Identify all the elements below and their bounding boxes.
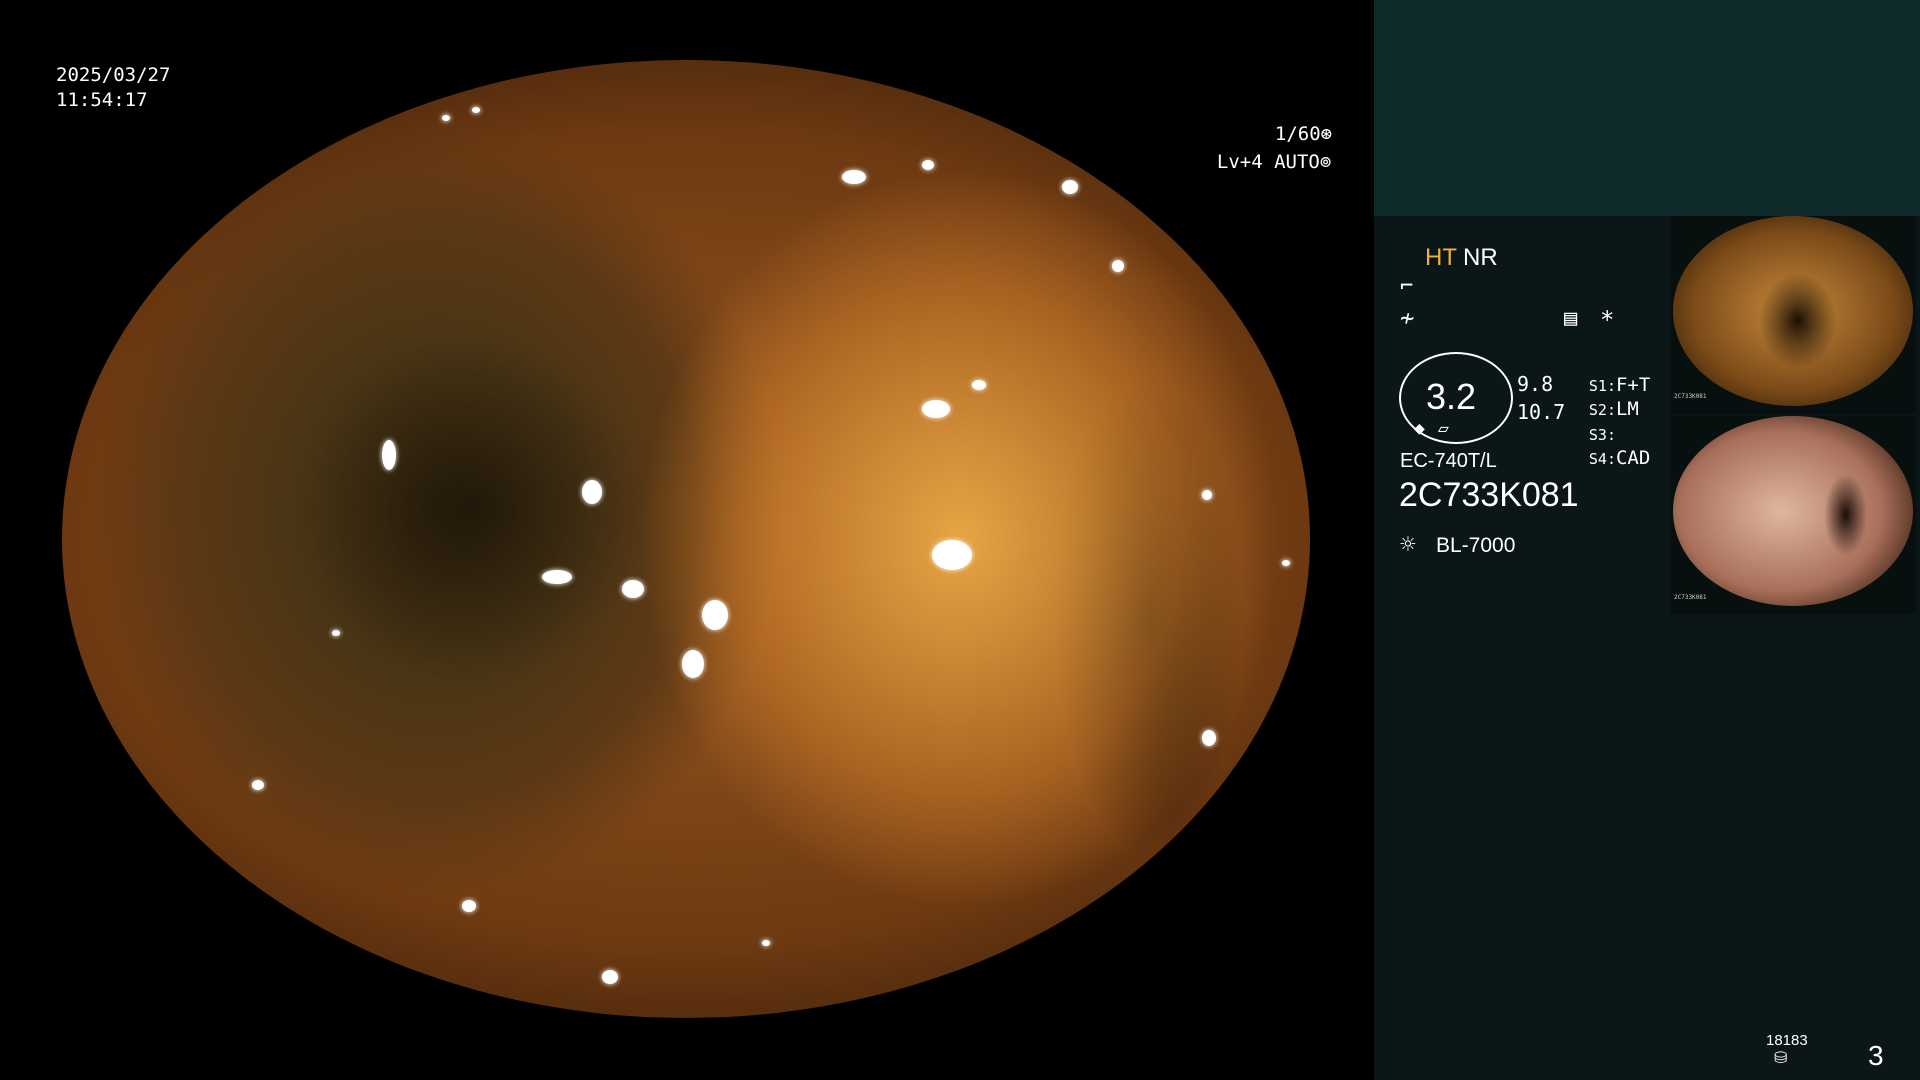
panel-header-area bbox=[1374, 0, 1920, 216]
mode-value: AUTO bbox=[1274, 151, 1320, 173]
setting-key: S4: bbox=[1588, 450, 1616, 468]
gauge-value: 3.2 bbox=[1426, 376, 1477, 417]
pen-icon: ◆ bbox=[1414, 418, 1425, 439]
setting-s4: S4:CAD bbox=[1566, 425, 1650, 469]
light-source: BL-7000 bbox=[1436, 534, 1516, 557]
time-label: 11:54:17 bbox=[56, 89, 148, 111]
level-value: Lv+4 bbox=[1216, 151, 1263, 173]
flag-icon: ▱ bbox=[1438, 418, 1449, 439]
setting-value: LM bbox=[1615, 398, 1639, 420]
endoscope-view bbox=[62, 60, 1310, 1018]
enhancement-icon: ⌐ bbox=[1400, 274, 1414, 299]
thumbnail-1[interactable]: 2C733K081 bbox=[1670, 216, 1916, 414]
thumbnail-image bbox=[1673, 416, 1913, 606]
value-2: 10.7 bbox=[1517, 400, 1566, 424]
thumbnail-2[interactable]: 2C733K081 bbox=[1670, 416, 1916, 614]
ht-label: HT bbox=[1425, 244, 1457, 271]
scope-model: EC-740T/L bbox=[1400, 450, 1497, 472]
asterisk-icon: * bbox=[1600, 306, 1615, 334]
menu-icon: ▤ bbox=[1564, 306, 1578, 331]
filter-icon: ≁ bbox=[1400, 304, 1415, 332]
date-label: 2025/03/27 bbox=[56, 64, 171, 86]
scope-serial: 2C733K081 bbox=[1399, 476, 1579, 514]
setting-value: CAD bbox=[1615, 447, 1651, 469]
auto-iris-icon: ⊚ bbox=[1319, 151, 1332, 173]
value-1: 9.8 bbox=[1517, 372, 1554, 396]
thumbnail-image bbox=[1673, 216, 1913, 406]
nr-label: NR bbox=[1463, 244, 1498, 271]
light-source-icon: ☼ bbox=[1400, 530, 1416, 560]
storage-icon: ⛁ bbox=[1774, 1048, 1788, 1067]
thumbnail-serial: 2C733K081 bbox=[1674, 393, 1707, 400]
level-label: Lv+4 AUTO⊚ bbox=[1194, 128, 1331, 174]
image-counter: 18183 bbox=[1766, 1032, 1808, 1049]
thumbnail-serial: 2C733K081 bbox=[1674, 594, 1707, 601]
page-number: 3 bbox=[1868, 1040, 1884, 1071]
